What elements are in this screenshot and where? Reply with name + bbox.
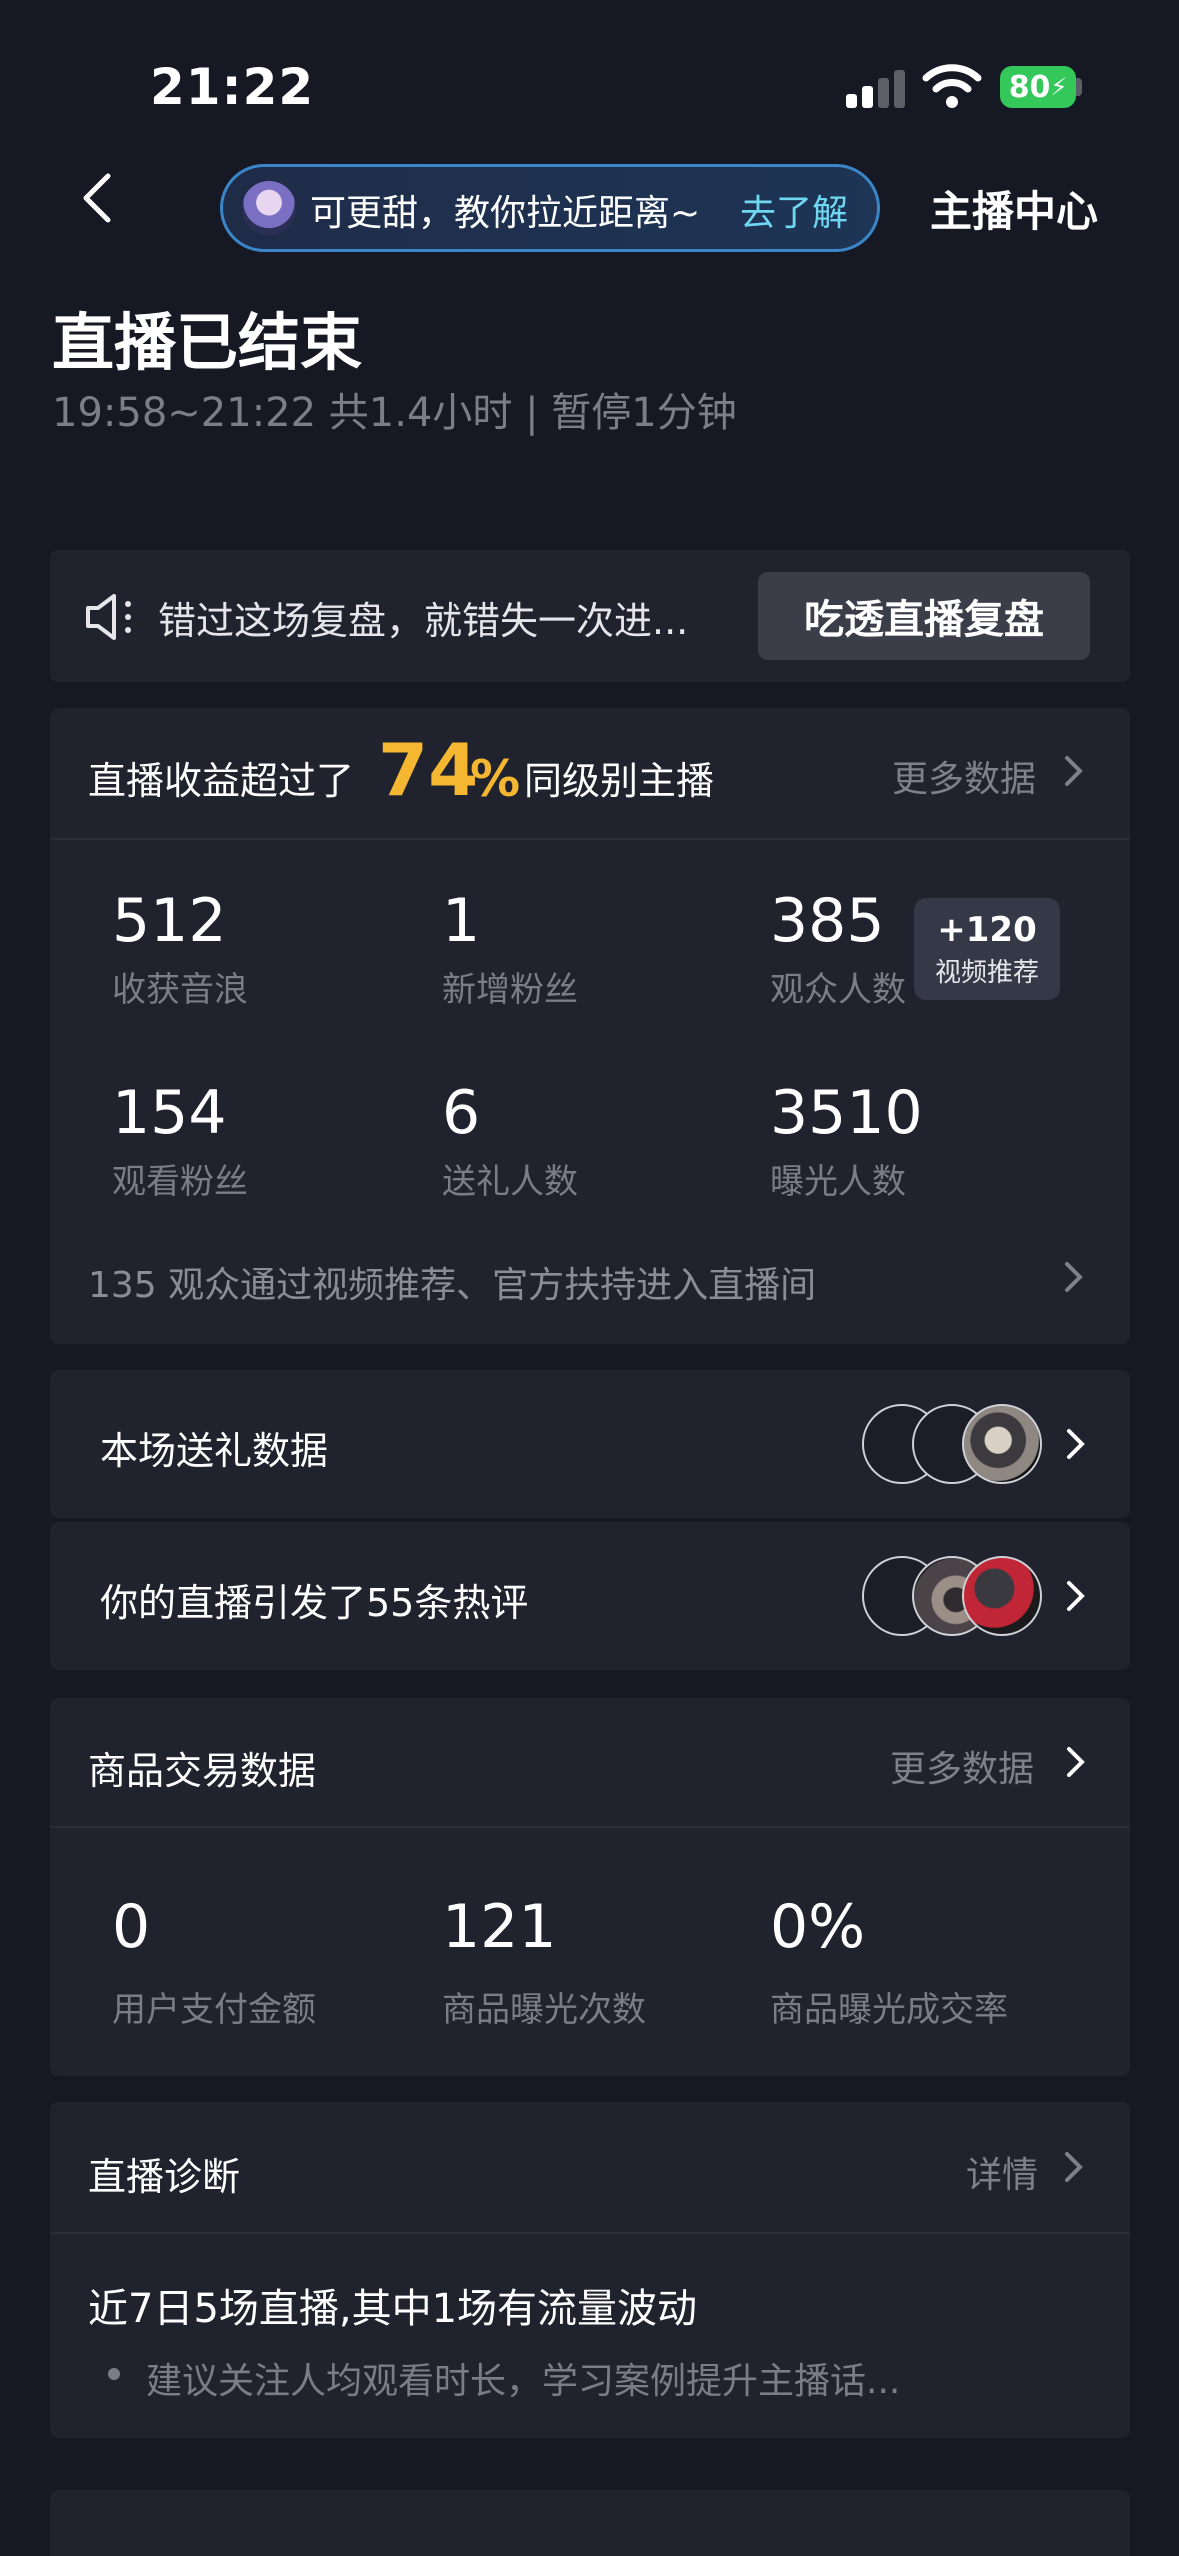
status-time: 21:22 bbox=[150, 58, 315, 116]
diagnosis-detail-link[interactable]: 详情 bbox=[966, 2146, 1038, 2198]
badge-value: +120 bbox=[937, 910, 1037, 950]
chevron-right-icon[interactable] bbox=[1064, 1425, 1088, 1463]
stat-label: 新增粉丝 bbox=[442, 970, 578, 1010]
stat-label: 观众人数 bbox=[770, 970, 906, 1010]
chevron-right-icon[interactable] bbox=[1062, 2148, 1086, 2186]
stats-percent: 74 bbox=[378, 728, 479, 812]
goods-title: 商品交易数据 bbox=[88, 1749, 317, 1793]
goods-label: 商品曝光次数 bbox=[442, 1990, 646, 2030]
stat-value: 1 bbox=[442, 886, 481, 956]
banner-link[interactable]: 去了解 bbox=[740, 184, 848, 236]
battery-level: 80 bbox=[1008, 69, 1051, 105]
back-chevron-icon[interactable] bbox=[70, 168, 130, 228]
speaker-icon bbox=[86, 594, 131, 640]
banner-text: 可更甜，教你拉近距离~ bbox=[310, 193, 701, 234]
stat-label: 收获音浪 bbox=[112, 970, 248, 1010]
stats-footer[interactable]: 135 观众通过视频推荐、官方扶持进入直播间 bbox=[88, 1256, 816, 1308]
cellular-signal-icon bbox=[846, 68, 906, 108]
gift-data-label: 本场送礼数据 bbox=[100, 1429, 329, 1473]
commenter-avatar bbox=[962, 1556, 1042, 1636]
goods-value: 0% bbox=[770, 1892, 866, 1962]
gifter-avatar bbox=[962, 1404, 1042, 1484]
battery-tip bbox=[1076, 78, 1082, 96]
banner-avatar bbox=[242, 181, 296, 235]
chevron-right-icon[interactable] bbox=[1062, 752, 1086, 790]
diagnosis-divider bbox=[50, 2232, 1130, 2234]
stat-value: 512 bbox=[112, 886, 227, 956]
replay-button[interactable]: 吃透直播复盘 bbox=[758, 572, 1090, 660]
hot-comments-label: 你的直播引发了55条热评 bbox=[100, 1581, 529, 1625]
wifi-icon bbox=[922, 64, 982, 108]
goods-label: 用户支付金额 bbox=[112, 1990, 316, 2030]
chevron-right-icon[interactable] bbox=[1062, 1258, 1086, 1296]
stat-value: 385 bbox=[770, 886, 885, 956]
stat-value: 3510 bbox=[770, 1078, 923, 1148]
stat-value: 154 bbox=[112, 1078, 227, 1148]
stats-more-link[interactable]: 更多数据 bbox=[892, 750, 1036, 802]
next-section-card bbox=[50, 2490, 1130, 2556]
bullet-dot bbox=[108, 2368, 120, 2380]
stats-head-suffix: 同级别主播 bbox=[524, 759, 715, 803]
goods-value: 0 bbox=[112, 1892, 151, 1962]
stats-percent-sign: % bbox=[470, 750, 521, 808]
video-recommend-badge: +120 视频推荐 bbox=[914, 898, 1060, 1000]
diagnosis-headline: 近7日5场直播,其中1场有流量波动 bbox=[88, 2286, 698, 2332]
diagnosis-title: 直播诊断 bbox=[88, 2155, 241, 2199]
stats-head-prefix: 直播收益超过了 bbox=[88, 759, 355, 803]
goods-divider bbox=[50, 1826, 1130, 1828]
chevron-right-icon[interactable] bbox=[1064, 1743, 1088, 1781]
stats-divider bbox=[50, 838, 1130, 840]
goods-label: 商品曝光成交率 bbox=[770, 1990, 1008, 2030]
badge-label: 视频推荐 bbox=[934, 958, 1039, 988]
diagnosis-bullet: 建议关注人均观看时长，学习案例提升主播话... bbox=[146, 2361, 901, 2402]
stat-value: 6 bbox=[442, 1078, 481, 1148]
stat-label: 送礼人数 bbox=[442, 1162, 578, 1202]
streamer-center-link[interactable]: 主播中心 bbox=[930, 178, 1098, 239]
page-subtitle: 19:58~21:22 共1.4小时 | 暂停1分钟 bbox=[52, 390, 737, 436]
goods-more-link[interactable]: 更多数据 bbox=[890, 1740, 1034, 1792]
chevron-right-icon[interactable] bbox=[1064, 1577, 1088, 1615]
page-title: 直播已结束 bbox=[52, 306, 363, 379]
replay-text: 错过这场复盘，就错失一次进... bbox=[158, 599, 689, 643]
stat-label: 观看粉丝 bbox=[112, 1162, 248, 1202]
stat-label: 曝光人数 bbox=[770, 1162, 906, 1202]
goods-value: 121 bbox=[442, 1892, 557, 1962]
battery-icon: 80 ⚡ bbox=[1000, 66, 1076, 108]
